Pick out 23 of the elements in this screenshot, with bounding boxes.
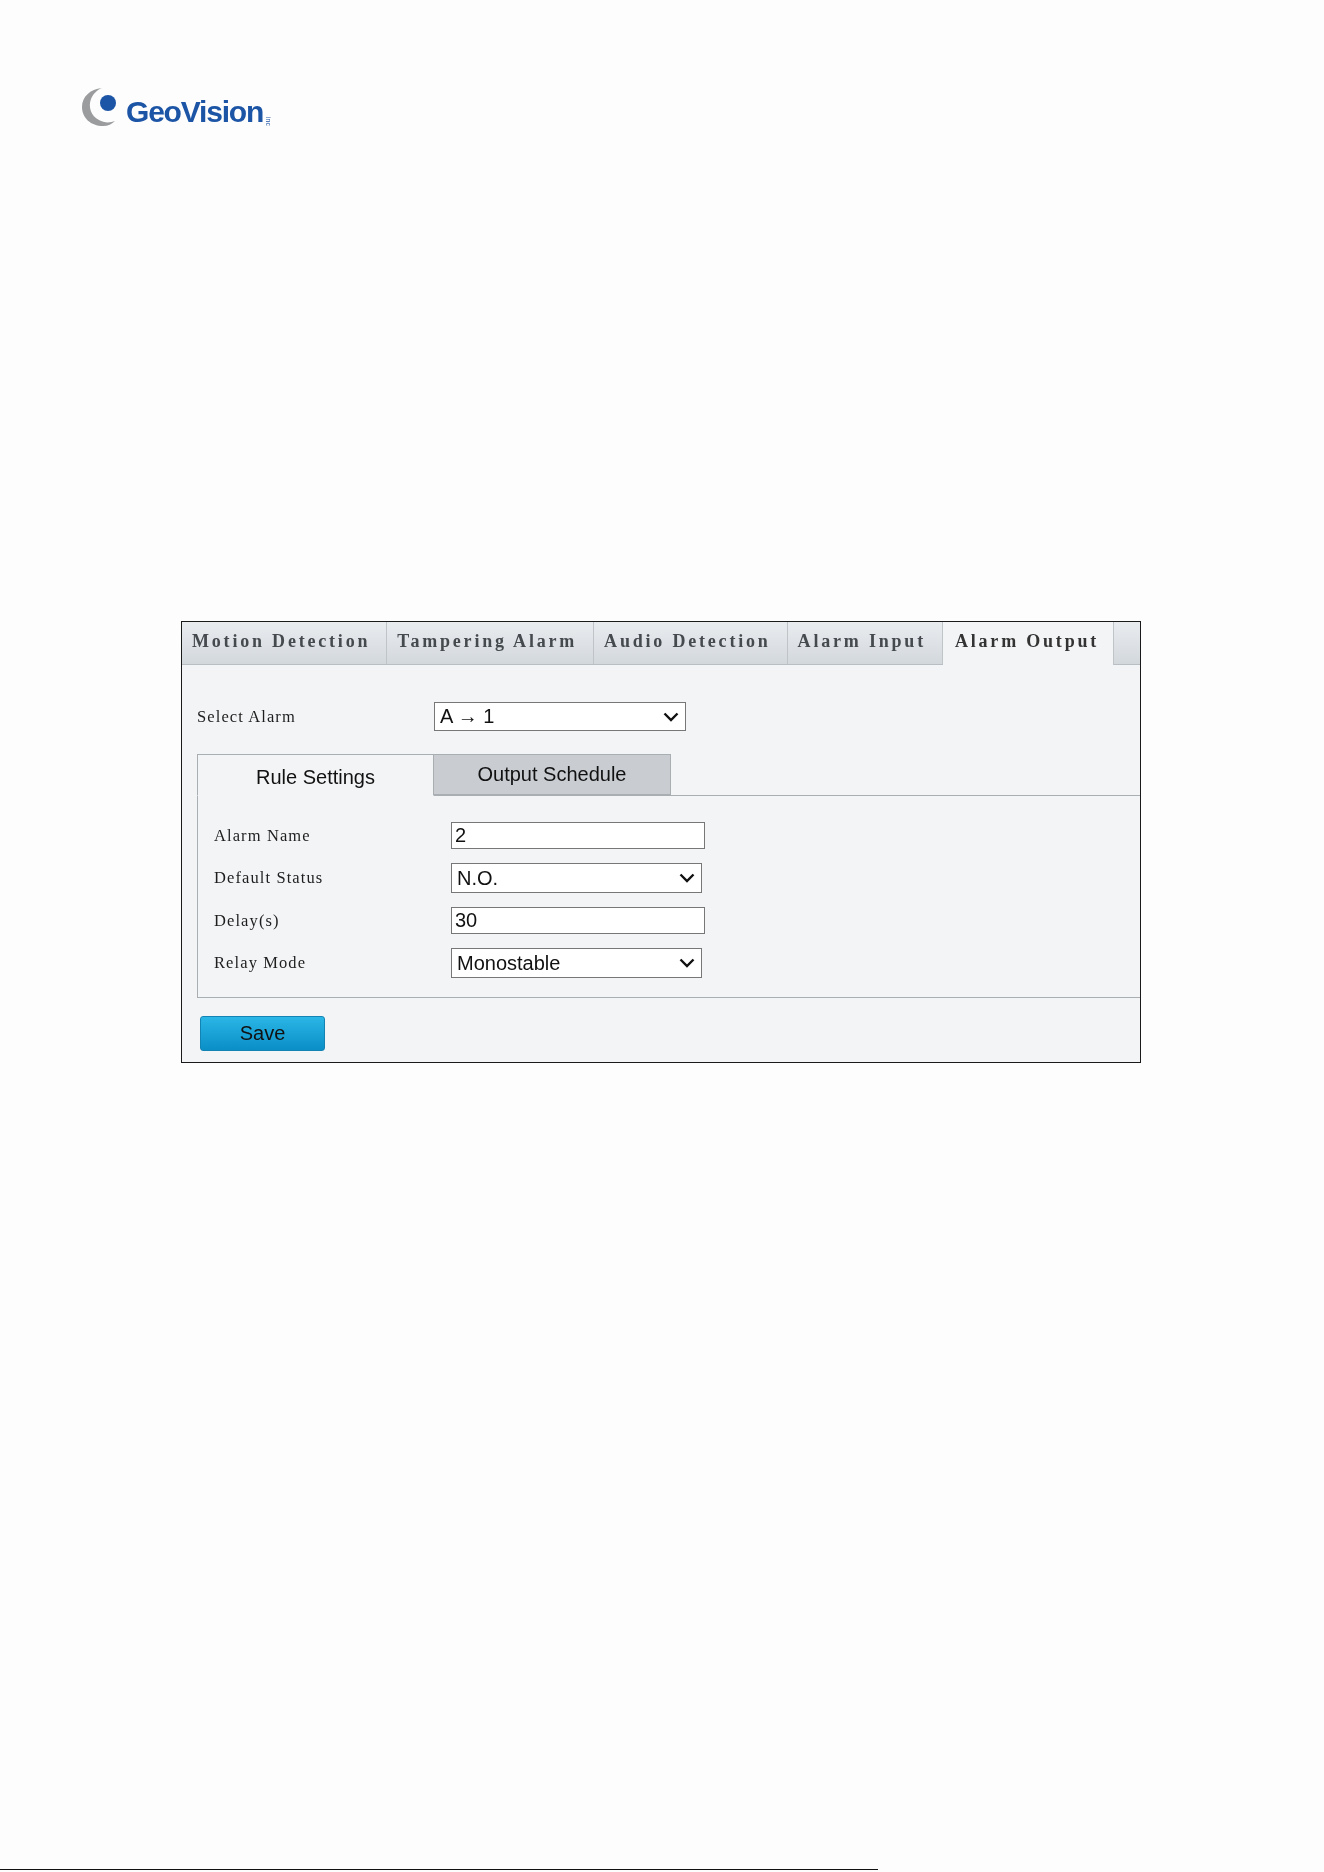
field-label: Delay(s) bbox=[214, 910, 281, 931]
tab[interactable]: Tampering Alarm bbox=[387, 622, 595, 664]
tab[interactable]: Alarm Input bbox=[787, 622, 943, 664]
text-field[interactable]: 30 bbox=[451, 907, 705, 934]
chevron-down-icon bbox=[679, 873, 695, 883]
logo-wordmark: GeoVision bbox=[126, 97, 264, 127]
chevron-down-icon bbox=[663, 711, 679, 722]
dropdown[interactable]: A → 1 bbox=[434, 702, 686, 731]
dropdown[interactable]: Monostable bbox=[451, 948, 702, 978]
field-label: Default Status bbox=[214, 868, 325, 888]
chevron-down-icon bbox=[679, 958, 695, 968]
text-field[interactable]: 2 bbox=[451, 822, 705, 849]
tab[interactable]: Output Schedule bbox=[434, 754, 671, 795]
field-label: Alarm Name bbox=[214, 825, 312, 846]
field-label: Select Alarm bbox=[197, 706, 297, 727]
field-label: Relay Mode bbox=[214, 953, 308, 973]
logo-icon bbox=[82, 87, 118, 127]
tab[interactable]: Alarm Output bbox=[942, 622, 1115, 665]
dropdown[interactable]: N.O. bbox=[451, 863, 702, 893]
save-button[interactable]: Save bbox=[200, 1016, 325, 1051]
tab[interactable]: Audio Detection bbox=[594, 622, 788, 664]
tab[interactable]: Motion Detection bbox=[182, 622, 388, 664]
tab[interactable]: Rule Settings bbox=[197, 754, 434, 796]
